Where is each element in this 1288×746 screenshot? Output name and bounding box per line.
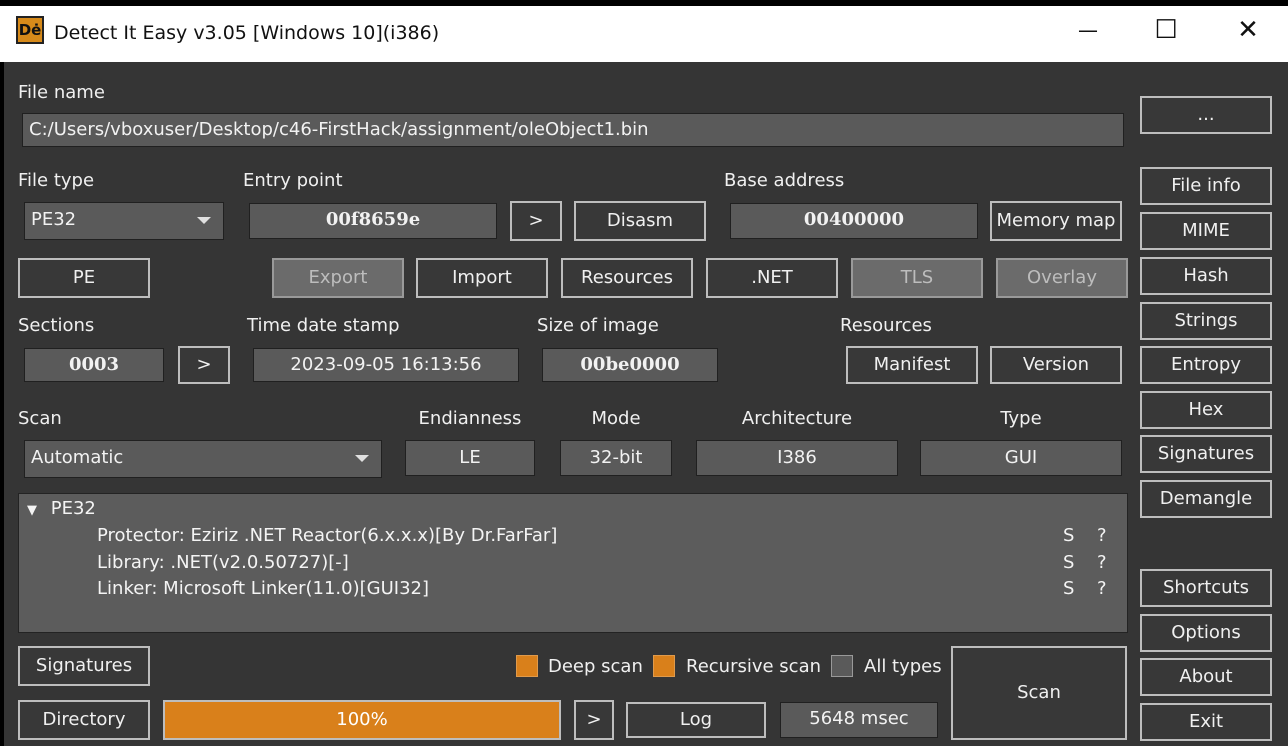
main-window [4,62,1288,746]
type-field: GUI [920,440,1122,476]
base-address-field[interactable]: 00400000 [730,203,978,239]
entry-point-field[interactable]: 00f8659e [249,203,497,239]
file-path-field[interactable]: C:/Users/vboxuser/Desktop/c46-FirstHack/… [22,113,1124,147]
scan-mode-select[interactable]: Automatic [24,440,382,478]
chevron-down-icon [355,455,369,462]
signatures-button[interactable]: Signatures [18,646,150,686]
overlay-button[interactable]: Overlay [996,258,1128,298]
architecture-label: Architecture [741,408,853,429]
result-text: Library: .NET(v2.0.50727)[-] [97,552,349,573]
log-button[interactable]: Log [626,702,766,738]
signature-link[interactable]: S [1063,552,1074,573]
entropy-button[interactable]: Entropy [1140,346,1272,384]
disasm-button[interactable]: Disasm [574,201,706,241]
pe-button[interactable]: PE [18,258,150,298]
window-title: Detect It Easy v3.05 [Windows 10](i386) [54,22,440,44]
results-root-label: PE32 [50,498,96,519]
all-types-label[interactable]: All types [864,656,942,677]
result-row[interactable]: Protector: Eziriz .NET Reactor(6.x.x.x)[… [97,525,1117,551]
directory-button[interactable]: Directory [18,700,150,740]
hex-button[interactable]: Hex [1140,391,1272,429]
side-signatures-button[interactable]: Signatures [1140,435,1272,473]
file-info-button[interactable]: File info [1140,167,1272,205]
signature-link[interactable]: S [1063,578,1074,599]
close-icon[interactable]: ✕ [1226,12,1270,50]
scan-button[interactable]: Scan [951,646,1127,740]
signature-link[interactable]: S [1063,525,1074,546]
sections-go-button[interactable]: > [178,346,230,384]
file-type-select[interactable]: PE32 [24,202,224,240]
hash-button[interactable]: Hash [1140,257,1272,295]
export-button[interactable]: Export [272,258,404,298]
scan-time-field: 5648 msec [780,702,938,738]
result-row[interactable]: Library: .NET(v2.0.50727)[-] S ? [97,552,1117,578]
scan-mode-value: Automatic [31,447,124,468]
all-types-checkbox[interactable] [831,655,853,677]
mode-field: 32-bit [560,440,672,476]
expand-arrow-icon[interactable]: ▼ [27,503,37,518]
result-row[interactable]: Linker: Microsoft Linker(11.0)[GUI32] S … [97,578,1117,604]
time-date-stamp-label: Time date stamp [247,315,400,336]
result-text: Protector: Eziriz .NET Reactor(6.x.x.x)[… [97,525,558,546]
demangle-button[interactable]: Demangle [1140,480,1272,518]
size-of-image-label: Size of image [537,315,659,336]
resources-button[interactable]: Resources [561,258,693,298]
sections-label: Sections [18,315,95,336]
base-address-label: Base address [724,170,845,191]
recursive-scan-label[interactable]: Recursive scan [686,656,821,677]
title-bar: Dė Detect It Easy v3.05 [Windows 10](i38… [0,6,1288,62]
type-label: Type [1000,408,1042,429]
scan-progress-bar: 100% [163,700,561,740]
import-button[interactable]: Import [416,258,548,298]
deep-scan-checkbox[interactable] [516,655,538,677]
endianness-label: Endianness [418,408,522,429]
app-icon: Dė [16,16,44,44]
memory-map-button[interactable]: Memory map [990,201,1122,241]
endianness-field: LE [405,440,535,476]
time-date-stamp-field[interactable]: 2023-09-05 16:13:56 [253,348,519,382]
options-button[interactable]: Options [1140,614,1272,652]
shortcuts-button[interactable]: Shortcuts [1140,569,1272,607]
tls-button[interactable]: TLS [851,258,983,298]
file-type-value: PE32 [31,209,77,230]
exit-button[interactable]: Exit [1140,703,1272,741]
version-button[interactable]: Version [990,346,1122,384]
sections-field[interactable]: 0003 [24,348,164,382]
strings-button[interactable]: Strings [1140,302,1272,340]
resources-group-label: Resources [840,315,932,336]
file-name-label: File name [18,82,105,103]
browse-button[interactable]: ... [1140,96,1272,134]
net-button[interactable]: .NET [706,258,838,298]
architecture-field: I386 [696,440,898,476]
mode-label: Mode [591,408,641,429]
results-root[interactable]: ▼ PE32 [27,498,96,519]
deep-scan-label[interactable]: Deep scan [548,656,643,677]
maximize-icon[interactable]: ☐ [1144,12,1188,50]
file-type-label: File type [18,170,95,191]
about-button[interactable]: About [1140,658,1272,696]
minimize-icon[interactable]: — [1066,12,1110,50]
size-of-image-field[interactable]: 00be0000 [542,348,718,382]
info-link[interactable]: ? [1097,525,1107,546]
progress-text: 100% [336,709,388,730]
entry-point-go-button[interactable]: > [510,201,562,241]
scan-label: Scan [18,408,62,429]
recursive-scan-checkbox[interactable] [653,655,675,677]
progress-go-button[interactable]: > [574,700,614,740]
entry-point-label: Entry point [243,170,343,191]
info-link[interactable]: ? [1097,552,1107,573]
result-text: Linker: Microsoft Linker(11.0)[GUI32] [97,578,429,599]
scan-results-tree[interactable]: ▼ PE32 Protector: Eziriz .NET Reactor(6.… [18,493,1128,633]
mime-button[interactable]: MIME [1140,212,1272,250]
manifest-button[interactable]: Manifest [846,346,978,384]
chevron-down-icon [197,217,211,224]
info-link[interactable]: ? [1097,578,1107,599]
